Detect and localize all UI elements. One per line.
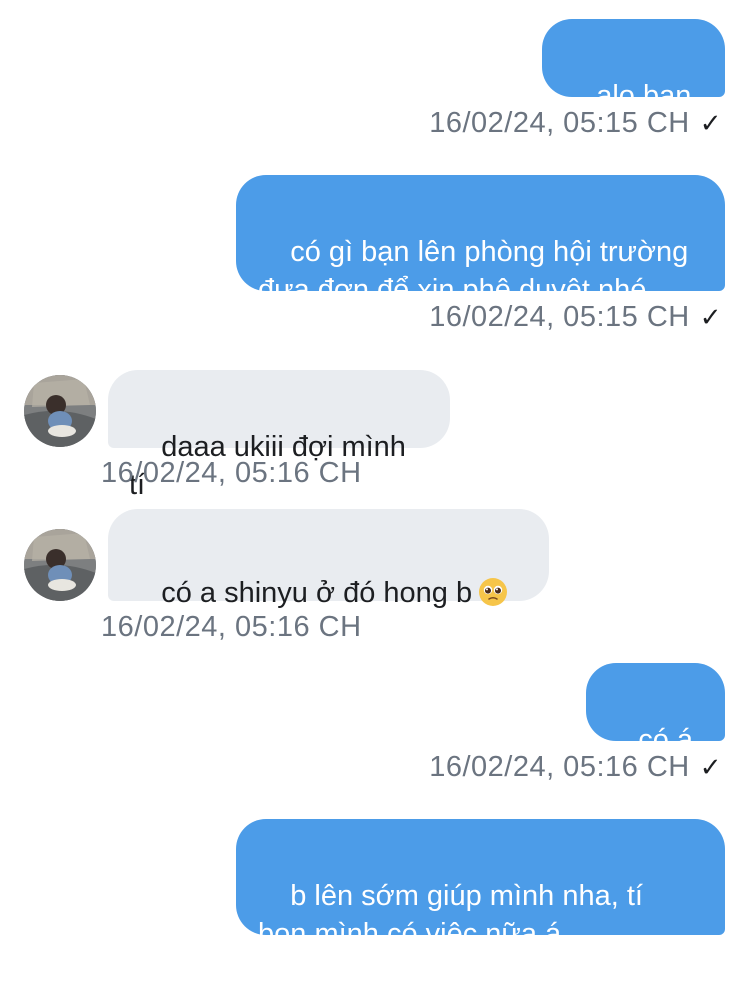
contact-avatar[interactable] (24, 529, 96, 601)
timestamp-text: 16/02/24, 05:15 CH (429, 301, 690, 333)
contact-avatar[interactable] (24, 375, 96, 447)
message-text: b lên sớm giúp mình nha, tí bọn mình có … (258, 880, 643, 950)
message-timestamp: 16/02/24, 05:15 CH ✓ (429, 107, 722, 140)
message-timestamp: 16/02/24, 05:15 CH ✓ (429, 301, 722, 334)
timestamp-text: 16/02/24, 05:16 CH (101, 457, 362, 489)
timestamp-text: 16/02/24, 05:15 CH (429, 107, 690, 139)
outgoing-message-bubble[interactable]: có gì bạn lên phòng hội trường đưa đơn đ… (236, 175, 725, 306)
message-timestamp: 16/02/24, 05:16 CH (101, 457, 362, 490)
message-text: có gì bạn lên phòng hội trường đưa đơn đ… (258, 236, 689, 306)
message-text: có a shinyu ở đó hong b (161, 577, 473, 609)
timestamp-text: 16/02/24, 05:16 CH (429, 751, 690, 783)
message-timestamp: 16/02/24, 05:16 CH (101, 611, 362, 644)
timestamp-text: 16/02/24, 05:16 CH (101, 611, 362, 643)
sent-check-icon: ✓ (699, 752, 722, 782)
sent-check-icon: ✓ (699, 108, 722, 138)
incoming-message-bubble[interactable]: có a shinyu ở đó hong b (108, 509, 549, 609)
outgoing-message-bubble[interactable]: alo bạn ơi (542, 19, 725, 150)
incoming-message-bubble[interactable]: daaa ukiii đợi mình tí (108, 370, 450, 501)
outgoing-message-bubble[interactable]: b lên sớm giúp mình nha, tí bọn mình có … (236, 819, 725, 950)
outgoing-message-bubble[interactable]: có á b (586, 663, 725, 794)
chat-thread: alo bạn ơi 16/02/24, 05:15 CH ✓ có gì bạn… (0, 0, 750, 950)
pleading-face-emoji-icon (478, 577, 508, 607)
sent-check-icon: ✓ (699, 302, 722, 332)
message-timestamp: 16/02/24, 05:16 CH ✓ (429, 751, 722, 784)
